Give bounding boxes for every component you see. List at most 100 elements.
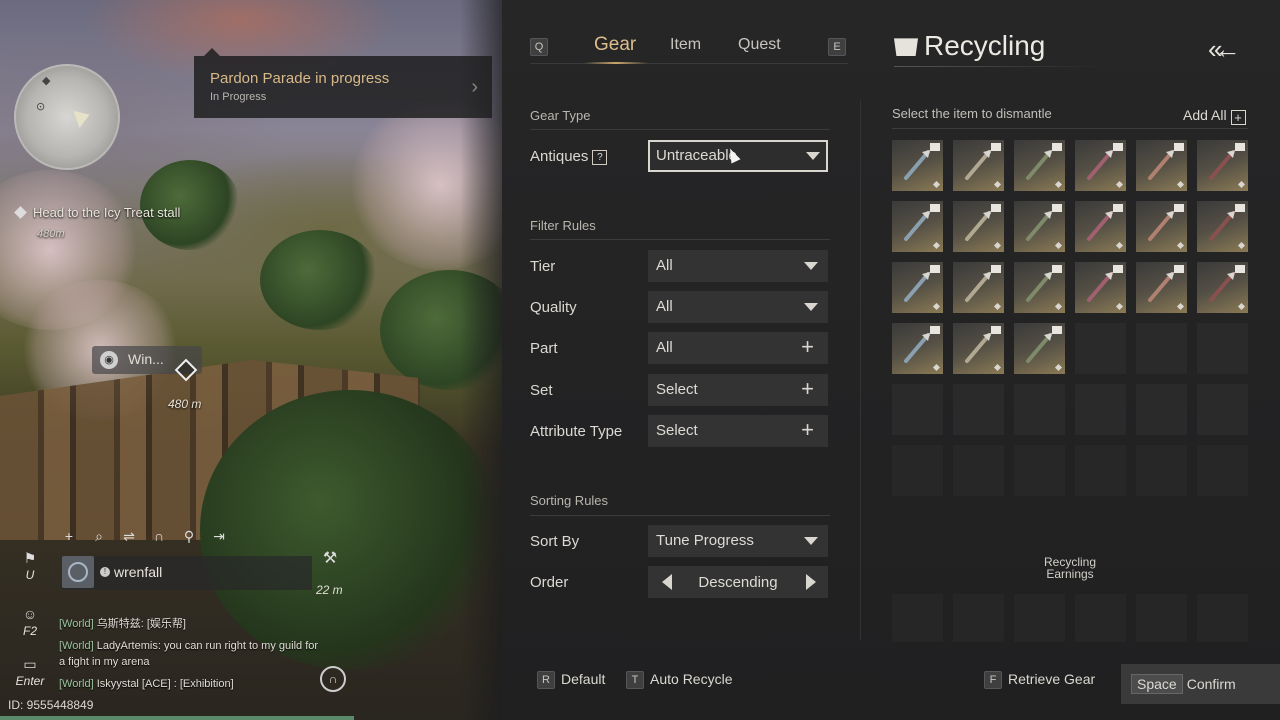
quality-dot-icon [1176, 180, 1185, 189]
empty-slot[interactable] [1136, 323, 1187, 374]
empty-slot[interactable] [1014, 384, 1065, 435]
arrow-left-icon[interactable] [662, 574, 672, 590]
search-icon[interactable]: ⌕ [92, 528, 106, 544]
headset-icon[interactable]: ∩ [152, 528, 166, 544]
gear-slot[interactable] [1014, 201, 1065, 252]
quest-status: In Progress [210, 91, 267, 103]
side-key-label: U [25, 568, 35, 582]
gear-slot[interactable] [1136, 201, 1187, 252]
auto-recycle-button[interactable]: T Auto Recycle [626, 671, 732, 689]
waypoint-diamond-icon [14, 206, 27, 219]
add-all-button[interactable]: Add All + [1183, 107, 1246, 125]
empty-slot[interactable] [1197, 445, 1248, 496]
empty-slot[interactable] [1014, 445, 1065, 496]
attribute-type-selector[interactable]: Select + [648, 415, 828, 447]
gear-slot[interactable] [953, 201, 1004, 252]
gear-slot[interactable] [1136, 262, 1187, 313]
swap-icon[interactable]: ⇌ [122, 528, 136, 544]
gear-slot[interactable] [953, 323, 1004, 374]
plus-icon: + [801, 417, 814, 442]
empty-slot[interactable] [1075, 384, 1126, 435]
chat-toolbar: + ⌕ ⇌ ∩ ⚲ ⇥ [62, 528, 226, 544]
exit-icon[interactable]: ⇥ [212, 528, 226, 544]
recycle-bin-icon [894, 38, 918, 56]
part-selector[interactable]: All + [648, 332, 828, 364]
progress-bar [0, 716, 354, 720]
default-button[interactable]: R Default [537, 671, 605, 689]
lock-tag-icon [930, 204, 940, 212]
gear-slot[interactable] [1075, 201, 1126, 252]
help-icon[interactable]: ? [592, 150, 608, 165]
voice-icon[interactable]: ∩ [320, 666, 346, 692]
confirm-button[interactable]: Space Confirm [1121, 664, 1280, 704]
retrieve-gear-button[interactable]: F Retrieve Gear [984, 671, 1095, 689]
tab-item[interactable]: Item [670, 36, 701, 54]
attribute-type-label: Attribute Type [530, 423, 623, 440]
divider [530, 129, 830, 130]
confirm-label: Confirm [1186, 676, 1236, 692]
tab-quest[interactable]: Quest [738, 36, 781, 54]
empty-slot[interactable] [1075, 323, 1126, 374]
gear-slot[interactable] [953, 140, 1004, 191]
order-stepper[interactable]: Descending [648, 566, 828, 598]
gear-slot[interactable] [1014, 140, 1065, 191]
arrow-right-icon[interactable] [806, 574, 816, 590]
side-key-chat[interactable]: ▭ Enter [12, 656, 48, 688]
empty-slot[interactable] [1075, 445, 1126, 496]
gear-slot[interactable] [1014, 323, 1065, 374]
quality-dot-icon [932, 180, 941, 189]
lock-tag-icon [991, 265, 1001, 273]
recycling-earnings-label: Recycling Earnings [1030, 556, 1110, 580]
minimap[interactable]: ◆ ⊙ [14, 64, 120, 170]
polearm-icon [965, 211, 991, 241]
empty-slot[interactable] [1136, 445, 1187, 496]
back-button[interactable]: «← [1208, 34, 1248, 64]
quality-dot-icon [993, 302, 1002, 311]
gear-slot[interactable] [892, 201, 943, 252]
key-e[interactable]: E [828, 38, 846, 56]
lock-tag-icon [1235, 143, 1245, 151]
key-r: R [537, 671, 555, 689]
gear-slot[interactable] [1014, 262, 1065, 313]
staff-icon [904, 272, 930, 302]
gear-slot[interactable] [1075, 140, 1126, 191]
add-icon[interactable]: + [62, 528, 76, 544]
gear-slot[interactable] [953, 262, 1004, 313]
empty-slot[interactable] [1136, 384, 1187, 435]
side-key-emote[interactable]: ☺ F2 [12, 606, 48, 638]
tab-gear[interactable]: Gear [594, 34, 636, 56]
empty-slot[interactable] [892, 384, 943, 435]
chat-log[interactable]: [World] 乌斯特兹: [娱乐帮] [World] LadyArtemis:… [59, 616, 319, 692]
key-q[interactable]: Q [530, 38, 548, 56]
lock-tag-icon [1174, 143, 1184, 151]
bracers-icon [904, 211, 930, 241]
empty-slot[interactable] [1197, 323, 1248, 374]
gear-slot[interactable] [892, 140, 943, 191]
lock-tag-icon [1052, 326, 1062, 334]
tier-dropdown[interactable]: All [648, 250, 828, 282]
chat-user-card[interactable]: ! wrenfall [62, 556, 312, 590]
side-key-flag[interactable]: ⚑ U [12, 550, 48, 582]
gear-slot[interactable] [1197, 201, 1248, 252]
gear-slot[interactable] [1136, 140, 1187, 191]
gear-slot[interactable] [1197, 140, 1248, 191]
empty-slot[interactable] [1197, 384, 1248, 435]
gear-slot[interactable] [892, 262, 943, 313]
sort-by-dropdown[interactable]: Tune Progress [648, 525, 828, 557]
set-selector[interactable]: Select + [648, 374, 828, 406]
gear-slot[interactable] [1197, 262, 1248, 313]
antiques-dropdown[interactable]: Untraceable [648, 140, 828, 172]
empty-slot[interactable] [953, 384, 1004, 435]
avatar [62, 556, 94, 588]
gear-slot[interactable] [1075, 262, 1126, 313]
pin-icon[interactable]: ⚲ [182, 528, 196, 544]
empty-slot[interactable] [953, 445, 1004, 496]
lock-tag-icon [1174, 204, 1184, 212]
part-label: Part [530, 340, 558, 357]
gear-slot[interactable] [892, 323, 943, 374]
spear-icon [1209, 211, 1235, 241]
quality-dropdown[interactable]: All [648, 291, 828, 323]
quest-banner[interactable]: Pardon Parade in progress In Progress › [194, 48, 492, 118]
empty-slot[interactable] [892, 445, 943, 496]
quality-dot-icon [1054, 363, 1063, 372]
